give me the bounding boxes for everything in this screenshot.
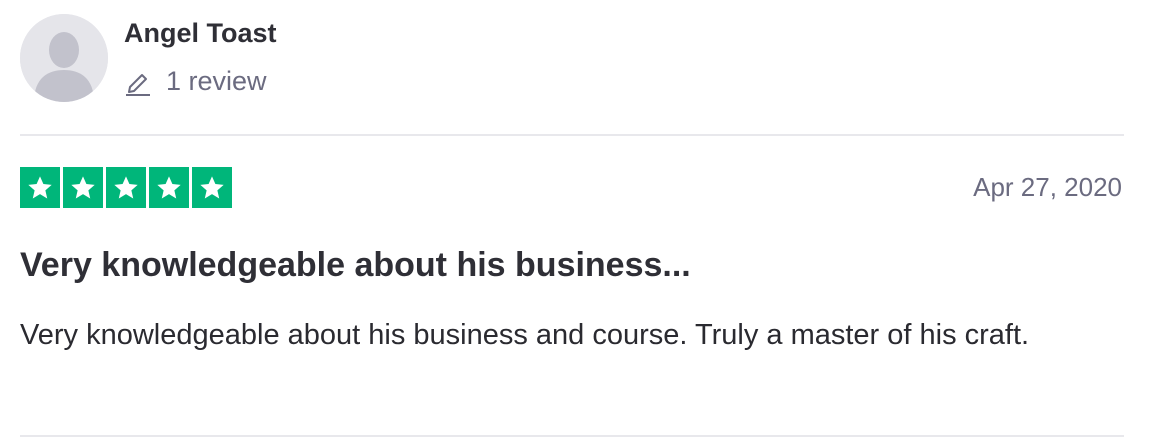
star-icon bbox=[192, 167, 232, 208]
star-icon bbox=[149, 167, 189, 208]
user-silhouette-icon bbox=[20, 14, 108, 102]
star-rating bbox=[20, 167, 232, 208]
star-icon bbox=[106, 167, 146, 208]
divider bbox=[20, 435, 1124, 437]
review-title[interactable]: Very knowledgeable about his business... bbox=[20, 246, 691, 285]
pencil-icon bbox=[124, 67, 152, 97]
review-body: Very knowledgeable about his business an… bbox=[20, 319, 1030, 351]
review-count: 1 review bbox=[124, 66, 267, 97]
divider bbox=[20, 134, 1124, 136]
avatar[interactable] bbox=[20, 14, 108, 102]
review-count-label: 1 review bbox=[166, 66, 267, 96]
review-date: Apr 27, 2020 bbox=[973, 172, 1122, 202]
star-icon bbox=[63, 167, 103, 208]
star-icon bbox=[20, 167, 60, 208]
reviewer-name[interactable]: Angel Toast bbox=[124, 18, 277, 49]
